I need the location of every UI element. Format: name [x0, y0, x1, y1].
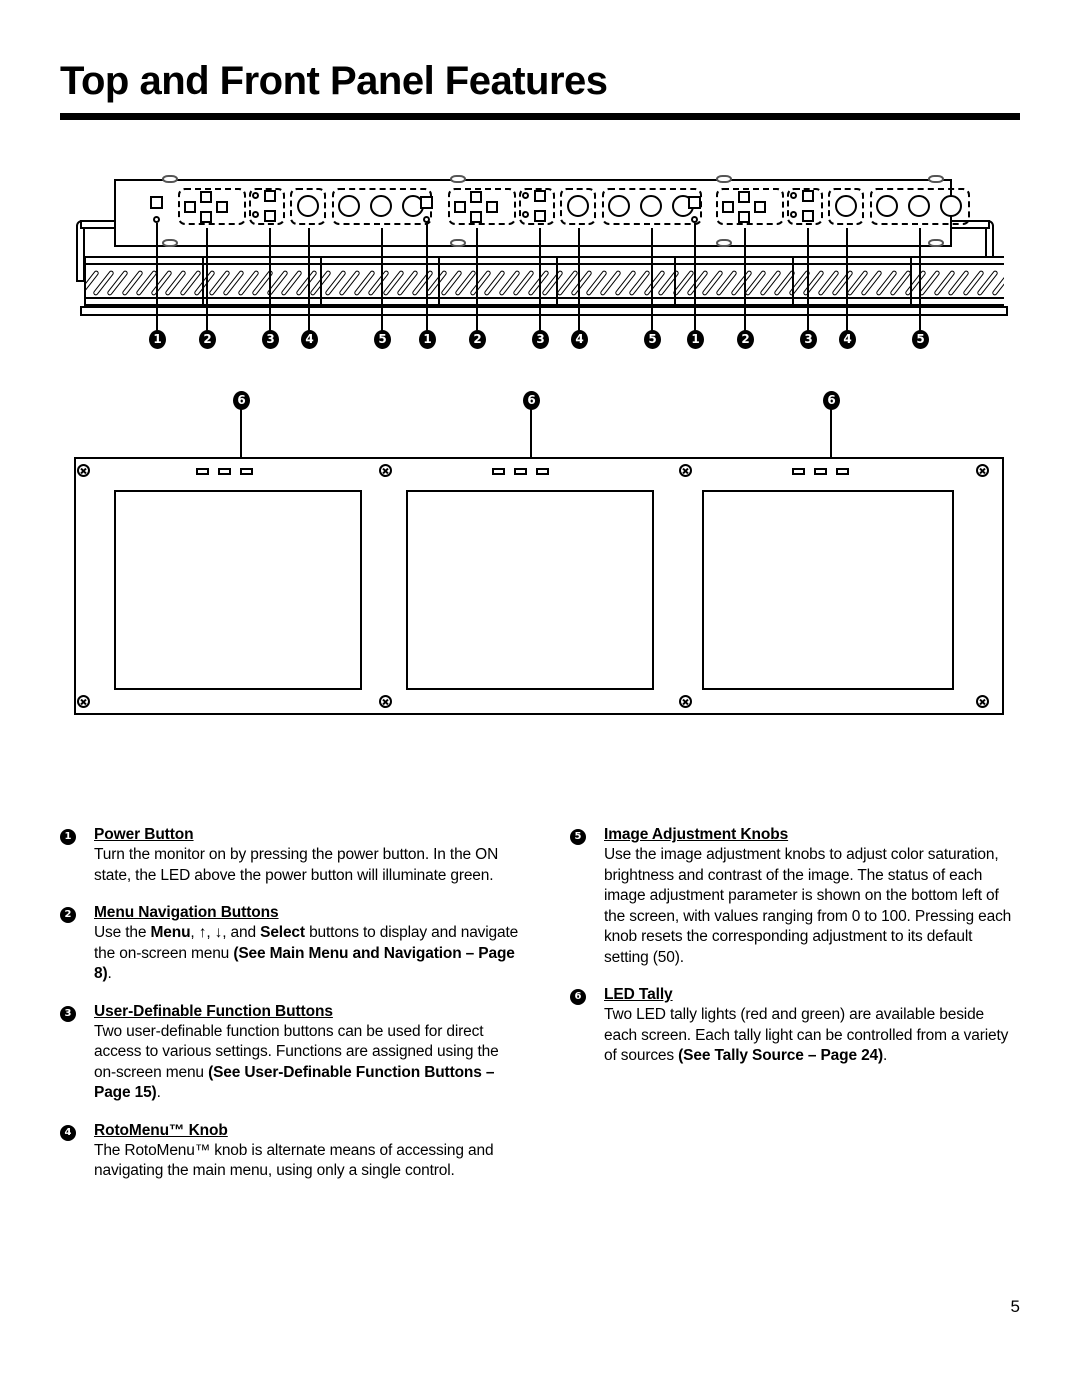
panel-screw: [379, 464, 392, 477]
title-underline-rule: [60, 113, 1020, 120]
feature-item: 6 LED Tally Two LED tally lights (red and …: [570, 986, 1020, 1067]
feature-number-badge: 5: [570, 829, 586, 845]
led-tally-light: [536, 468, 549, 475]
panel-screw: [976, 695, 989, 708]
panel-screw: [679, 695, 692, 708]
feature-content: User-Definable Function Buttons Two user-…: [94, 1003, 520, 1104]
feature-body-text: Use the image adjustment knobs to adjust…: [604, 846, 1012, 966]
panel-screw: [77, 464, 90, 477]
feature-list-left: 1 Power Button Turn the monitor on by pre…: [60, 826, 520, 1200]
led-tally-light: [792, 468, 805, 475]
feature-item: 5 Image Adjustment Knobs Use the image adj…: [570, 826, 1020, 968]
feature-heading: Menu Navigation Buttons: [94, 904, 279, 921]
feature-body-text: Use the Menu, ↑, ↓, and Select buttons t…: [94, 924, 519, 982]
feature-number-badge: 2: [60, 907, 76, 923]
feature-list-right: 5 Image Adjustment Knobs Use the image adj…: [570, 826, 1020, 1085]
feature-number-badge: 3: [60, 1005, 76, 1022]
feature-heading: Power Button: [94, 826, 194, 843]
led-tally-light: [514, 468, 527, 475]
page-title: Top and Front Panel Features: [60, 59, 608, 103]
feature-number-badge: 4: [60, 1124, 76, 1141]
feature-body-text: The RotoMenu™ knob is alternate means of…: [94, 1141, 494, 1180]
panel-screw: [679, 464, 692, 477]
feature-item: 3 User-Definable Function Buttons Two user…: [60, 1003, 520, 1104]
display-screen[interactable]: [702, 490, 954, 690]
feature-body-text: Two LED tally lights (red and green) are…: [604, 1006, 1009, 1064]
feature-content: LED Tally Two LED tally lights (red and g…: [604, 986, 1020, 1067]
feature-body-text: Two user-definable function buttons can …: [94, 1022, 499, 1102]
led-tally-light: [814, 468, 827, 475]
led-tally-light: [218, 468, 231, 475]
led-tally-light: [240, 468, 253, 475]
panel-screw: [379, 695, 392, 708]
feature-heading: RotoMenu™ Knob: [94, 1121, 228, 1139]
display-screen[interactable]: [114, 490, 362, 690]
led-tally-light: [492, 468, 505, 475]
feature-item: 2 Menu Navigation Buttons Use the Menu, ↑,…: [60, 904, 520, 985]
page-number: 5: [1010, 1297, 1020, 1316]
panel-features-figure: 123451234512345 666: [0, 160, 1080, 760]
display-screen[interactable]: [406, 490, 654, 690]
feature-heading: LED Tally: [604, 986, 673, 1003]
feature-item: 4 RotoMenu™ Knob The RotoMenu™ knob is alt…: [60, 1122, 520, 1182]
panel-screw: [77, 695, 90, 708]
front-panel-parts-layer: [0, 160, 1080, 760]
feature-content: Power Button Turn the monitor on by pres…: [94, 826, 520, 886]
led-tally-light: [196, 468, 209, 475]
feature-content: Image Adjustment Knobs Use the image adju…: [604, 826, 1020, 968]
feature-content: Menu Navigation Buttons Use the Menu, ↑, …: [94, 904, 520, 985]
feature-heading: Image Adjustment Knobs: [604, 826, 789, 843]
panel-screw: [976, 464, 989, 477]
feature-number-badge: 6: [570, 989, 586, 1005]
feature-heading: User-Definable Function Buttons: [94, 1002, 333, 1020]
led-tally-light: [836, 468, 849, 475]
feature-content: RotoMenu™ Knob The RotoMenu™ knob is alte…: [94, 1122, 520, 1182]
feature-item: 1 Power Button Turn the monitor on by pre…: [60, 826, 520, 886]
feature-body-text: Turn the monitor on by pressing the powe…: [94, 846, 499, 884]
feature-number-badge: 1: [60, 829, 76, 845]
